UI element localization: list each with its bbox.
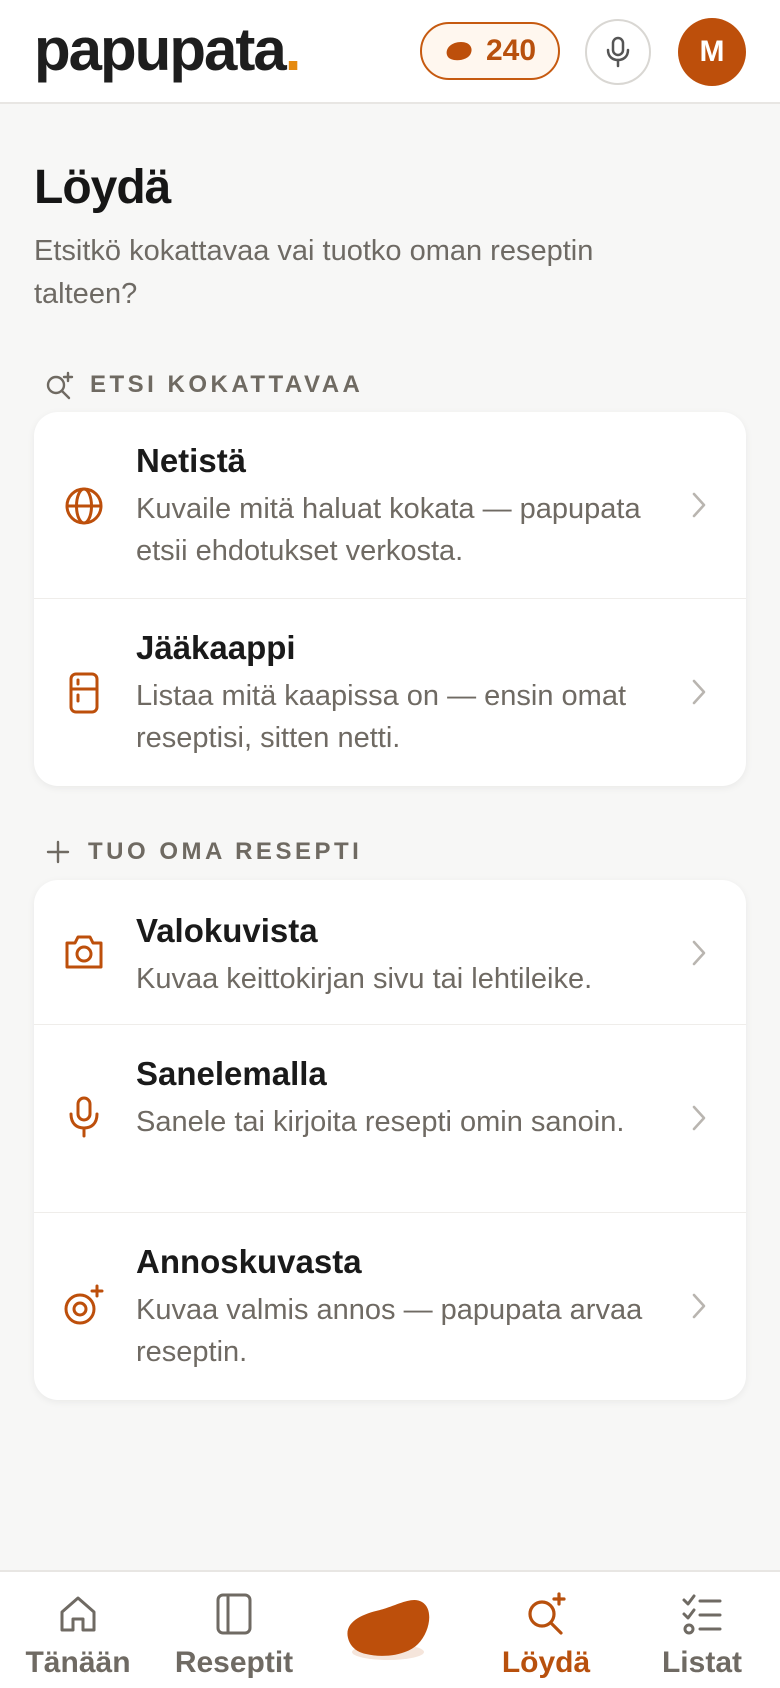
fridge-icon (62, 671, 106, 715)
section-label: ETSI KOKATTAVAA (90, 371, 364, 398)
tab-loyda[interactable]: Löydä (468, 1572, 624, 1688)
target-sparkle-icon (62, 1283, 106, 1327)
chevron-right-icon (692, 492, 706, 518)
import-options-card: Valokuvista Kuvaa keittokirjan sivu tai … (34, 880, 746, 1400)
tab-label: Listat (661, 1646, 742, 1679)
bean-icon (446, 42, 472, 61)
microphone-icon (62, 1095, 106, 1139)
globe-icon (62, 484, 106, 528)
logo-text: papupata (34, 16, 287, 83)
option-title: Annoskuvasta (136, 1243, 362, 1280)
chevron-right-icon (692, 1293, 706, 1319)
voice-button[interactable] (585, 19, 651, 85)
home-icon (57, 1590, 99, 1638)
chevron-right-icon (692, 679, 706, 705)
find-options-card: Netistä Kuvaile mitä haluat kokata — pap… (34, 412, 746, 786)
app-logo[interactable]: papupata. (34, 14, 302, 86)
option-description: Sanele tai kirjoita resepti omin sanoin. (136, 1106, 625, 1138)
tab-reseptit[interactable]: Reseptit (156, 1572, 312, 1688)
book-icon (215, 1590, 253, 1638)
avatar-initial: M (699, 35, 725, 68)
option-title: Valokuvista (136, 912, 318, 949)
camera-icon (62, 930, 106, 974)
option-title: Jääkaappi (136, 629, 296, 666)
option-annoskuvasta[interactable]: Annoskuvasta Kuvaa valmis annos — papupa… (34, 1213, 746, 1400)
search-sparkle-icon (524, 1590, 568, 1638)
section-header-import: TUO OMA RESEPTI (44, 838, 362, 866)
option-valokuvista[interactable]: Valokuvista Kuvaa keittokirjan sivu tai … (34, 880, 746, 1025)
beans-counter-button[interactable]: 240 (420, 22, 560, 80)
avatar[interactable]: M (678, 18, 746, 86)
microphone-icon (606, 36, 630, 68)
option-title: Sanelemalla (136, 1055, 327, 1092)
page-title: Löydä (34, 161, 171, 214)
tab-tanaan[interactable]: Tänään (0, 1572, 156, 1688)
logo-dot: . (284, 16, 302, 83)
beans-count: 240 (485, 34, 537, 67)
option-description: Kuvaa keittokirjan sivu tai lehtileike. (136, 963, 593, 995)
option-jaakaappi[interactable]: Jääkaappi Listaa mitä kaapissa on — ensi… (34, 599, 746, 786)
tab-label: Löydä (501, 1646, 591, 1679)
tab-label: Tänään (25, 1646, 131, 1679)
tab-label: Reseptit (174, 1646, 294, 1679)
search-sparkle-icon (46, 371, 74, 400)
tab-listat[interactable]: Listat (624, 1572, 780, 1688)
page-subtitle: Etsitkö kokattavaa vai tuotko oman resep… (34, 235, 594, 310)
top-bar: papupata. 240 M (0, 0, 780, 104)
option-description: Kuvaa valmis annos — papupata arvaa rese… (136, 1294, 643, 1368)
option-description: Kuvaile mitä haluat kokata — papupata et… (136, 493, 641, 567)
bean-icon (347, 1600, 430, 1660)
bean-action-button[interactable] (342, 1592, 432, 1666)
option-description: Listaa mitä kaapissa on — ensin omat res… (136, 680, 627, 754)
option-title: Netistä (136, 442, 247, 479)
option-netista[interactable]: Netistä Kuvaile mitä haluat kokata — pap… (34, 412, 746, 599)
section-label: TUO OMA RESEPTI (88, 838, 363, 865)
checklist-icon (681, 1590, 723, 1638)
plus-icon (46, 840, 70, 864)
section-header-find: ETSI KOKATTAVAA (44, 370, 363, 400)
chevron-right-icon (692, 940, 706, 966)
chevron-right-icon (692, 1105, 706, 1131)
option-sanelemalla[interactable]: Sanelemalla Sanele tai kirjoita resepti … (34, 1025, 746, 1213)
